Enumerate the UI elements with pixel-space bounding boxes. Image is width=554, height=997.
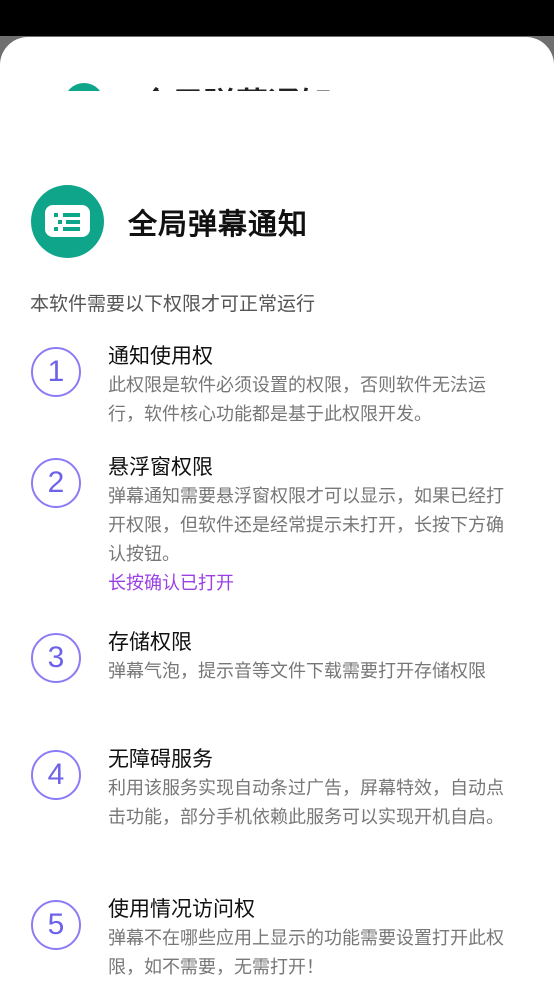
permission-description-text: 此权限是软件必须设置的权限，否则软件无法运行，软件核心功能都是基于此权限开发。 [108, 375, 486, 425]
step-number-badge: 3 [31, 633, 81, 683]
permission-sheet: 全局弹幕通知 全局弹幕通知 本软件需要以下权限才可正常运行 1 通知使用权 此权… [0, 37, 554, 997]
step-number-badge: 2 [31, 458, 81, 508]
permission-description: 弹幕通知需要悬浮窗权限才可以显示，如果已经打开权限，但软件还是经常提示未打开，长… [108, 482, 518, 598]
long-press-confirm-link[interactable]: 长按确认已打开 [108, 569, 518, 598]
permission-title: 存储权限 [108, 630, 192, 654]
permission-description: 利用该服务实现自动条过广告，屏幕特效，自动点击功能，部分手机依赖此服务可以实现开… [108, 774, 518, 832]
permissions-subtitle: 本软件需要以下权限才可正常运行 [30, 293, 316, 315]
permission-description-text: 弹幕通知需要悬浮窗权限才可以显示，如果已经打开权限，但软件还是经常提示未打开，长… [108, 486, 504, 565]
app-title: 全局弹幕通知 [128, 207, 309, 241]
permission-title: 无障碍服务 [108, 747, 213, 771]
peek-title: 全局弹幕通知 [140, 79, 332, 91]
permission-title: 通知使用权 [108, 344, 213, 368]
message-bubble-icon [45, 205, 90, 237]
scrolled-header-peek: 全局弹幕通知 [0, 37, 554, 91]
step-number-badge: 5 [31, 900, 81, 950]
step-number-badge: 4 [31, 750, 81, 800]
permission-description-text: 弹幕不在哪些应用上显示的功能需要设置打开此权限，如不需要，无需打开！ [108, 928, 504, 978]
step-number-badge: 1 [31, 347, 81, 397]
peek-app-icon [64, 83, 104, 91]
permission-description-text: 利用该服务实现自动条过广告，屏幕特效，自动点击功能，部分手机依赖此服务可以实现开… [108, 778, 504, 828]
permission-description-text: 弹幕气泡，提示音等文件下载需要打开存储权限 [108, 661, 486, 682]
danmaku-message-icon [31, 185, 104, 258]
permission-title: 使用情况访问权 [108, 897, 255, 921]
permission-description: 弹幕不在哪些应用上显示的功能需要设置打开此权限，如不需要，无需打开！ [108, 924, 518, 982]
status-bar [0, 0, 554, 36]
permission-description: 此权限是软件必须设置的权限，否则软件无法运行，软件核心功能都是基于此权限开发。 [108, 371, 518, 429]
permission-title: 悬浮窗权限 [108, 455, 213, 479]
permission-description: 弹幕气泡，提示音等文件下载需要打开存储权限 [108, 657, 518, 686]
